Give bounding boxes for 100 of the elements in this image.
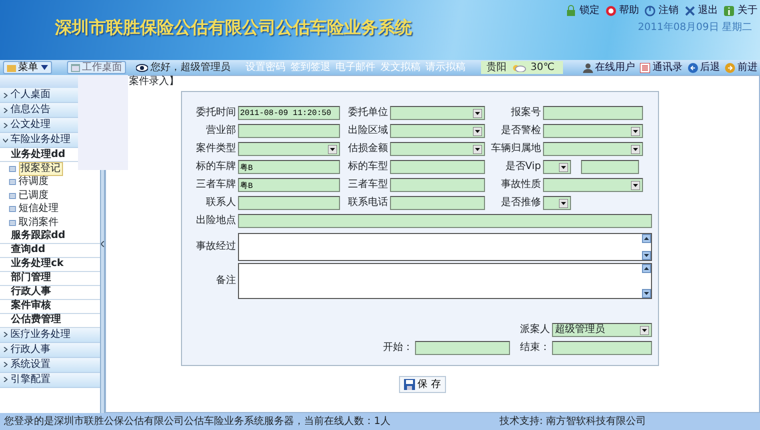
input-field[interactable]: [581, 160, 639, 174]
back-arrow-icon[interactable]: [688, 62, 698, 72]
top-link[interactable]: 注销: [658, 5, 678, 17]
toolbar-link[interactable]: 前进: [738, 62, 758, 74]
select-value: 超级管理员: [555, 324, 605, 336]
input-field[interactable]: [415, 341, 510, 355]
dropdown-arrow-icon[interactable]: [473, 144, 482, 154]
book-icon[interactable]: [640, 62, 650, 72]
info-icon[interactable]: [723, 5, 735, 17]
sidebar-item[interactable]: 引擎配置: [0, 372, 100, 388]
sidebar-subitem[interactable]: 待调度: [18, 176, 48, 188]
field-label: 是否警检: [500, 125, 542, 137]
dropdown-arrow-icon[interactable]: [640, 326, 649, 334]
input-field[interactable]: [552, 341, 652, 355]
dropdown-arrow-icon[interactable]: [328, 144, 337, 154]
select-field[interactable]: [543, 142, 643, 156]
text-area[interactable]: [238, 232, 652, 260]
sidebar-subitem[interactable]: 已调度: [18, 190, 48, 202]
input-field[interactable]: [238, 196, 340, 210]
select-field[interactable]: [238, 142, 340, 156]
field-label: 标的车牌: [195, 161, 237, 173]
field-label: 营业部: [205, 125, 237, 137]
scroll-down-icon[interactable]: [642, 250, 651, 260]
dropdown-arrow-icon[interactable]: [473, 126, 482, 136]
sidebar-subitem[interactable]: 报案登记: [18, 162, 62, 176]
toolbar-link[interactable]: 在线用户: [595, 62, 635, 74]
list-icon: [9, 220, 16, 226]
field-label: 开始：: [383, 342, 414, 354]
save-button[interactable]: 保 存: [399, 376, 446, 393]
field-label: 联系电话: [347, 197, 389, 209]
field-label: 事故经过: [195, 240, 237, 252]
input-field[interactable]: 粤B: [238, 160, 340, 174]
input-field[interactable]: 2011-08-09 11:20:50: [238, 106, 340, 120]
support-text: 技术支持: 南方智软科技有限公司: [499, 416, 646, 428]
scroll-up-icon[interactable]: [642, 234, 651, 242]
select-field[interactable]: [543, 196, 571, 210]
cloud-icon: [512, 63, 526, 72]
field-label: 车辆归属地: [490, 143, 542, 155]
field-label: 结束：: [520, 342, 551, 354]
greeting-text: 您好，超级管理员: [150, 62, 230, 74]
dropdown-arrow-icon[interactable]: [631, 144, 640, 154]
sidebar-subitem[interactable]: 取消案件: [18, 216, 58, 229]
field-label: 委托单位: [347, 107, 389, 119]
input-field[interactable]: 粤B: [238, 178, 340, 192]
date-text: 2011年08月09日 星期二: [638, 22, 753, 34]
field-label: 是否Vip: [504, 161, 542, 173]
toolbar-link[interactable]: 后退: [700, 62, 720, 74]
top-link[interactable]: 锁定: [580, 5, 600, 17]
user-icon[interactable]: [582, 62, 592, 72]
power-icon[interactable]: [644, 5, 656, 17]
folder-icon: [6, 64, 16, 72]
scroll-up-icon[interactable]: [642, 264, 651, 273]
field-label: 三者车型: [347, 179, 389, 191]
select-field[interactable]: [390, 106, 485, 120]
input-field[interactable]: [390, 196, 485, 210]
field-label: 备注: [215, 275, 237, 287]
sidebar-item[interactable]: 系统设置: [0, 358, 100, 372]
sidebar-subitem[interactable]: 短信处理: [18, 203, 58, 216]
input-field[interactable]: [238, 124, 340, 138]
close-icon[interactable]: [684, 5, 696, 17]
status-text: 您登录的是深圳市联胜公保公估有限公司公估车险业务系统服务器，当前在线人数：1人: [4, 416, 390, 428]
desk-button[interactable]: 工作桌面: [66, 61, 126, 74]
list-icon: [9, 206, 16, 212]
field-label: 报案号: [510, 107, 542, 119]
field-label: 委托时间: [195, 107, 237, 119]
top-link[interactable]: 关于: [738, 5, 758, 17]
field-label: 联系人: [205, 197, 237, 209]
select-field[interactable]: [390, 124, 485, 138]
input-field[interactable]: [543, 106, 643, 120]
dropdown-arrow-icon[interactable]: [559, 162, 568, 172]
toolbar-link[interactable]: 通讯录: [652, 62, 682, 74]
weather-city: 贵阳: [486, 62, 506, 74]
sidebar-item[interactable]: 医疗业务处理: [0, 328, 100, 342]
select-field[interactable]: [390, 142, 485, 156]
dropdown-arrow-icon[interactable]: [559, 198, 568, 208]
field-label: 是否推修: [500, 197, 542, 209]
dropdown-arrow-icon[interactable]: [473, 108, 482, 118]
input-field[interactable]: [390, 160, 485, 174]
field-label: 案件类型: [195, 143, 237, 155]
field-label: 事故性质: [500, 179, 542, 191]
list-icon: [9, 166, 16, 172]
dropdown-arrow-icon[interactable]: [631, 126, 640, 136]
top-link[interactable]: 退出: [698, 5, 718, 17]
text-area[interactable]: [238, 263, 652, 299]
scroll-down-icon[interactable]: [642, 289, 651, 298]
select-field[interactable]: [543, 178, 643, 192]
menu-button[interactable]: 菜单: [2, 61, 52, 74]
list-icon: [9, 192, 16, 199]
field-label: 出险区域: [347, 125, 389, 137]
sidebar-item[interactable]: 行政人事: [0, 342, 100, 358]
field-label: 三者车牌: [195, 179, 237, 191]
input-field[interactable]: [238, 214, 652, 228]
select-field[interactable]: 超级管理员: [552, 323, 652, 337]
top-link[interactable]: 帮助: [619, 5, 639, 17]
field-label: 出险地点: [195, 215, 237, 227]
select-field[interactable]: [543, 160, 571, 174]
dropdown-arrow-icon[interactable]: [631, 180, 640, 190]
select-field[interactable]: [543, 124, 643, 138]
weather-temperature: 30℃: [530, 62, 554, 74]
input-field[interactable]: [390, 178, 485, 192]
